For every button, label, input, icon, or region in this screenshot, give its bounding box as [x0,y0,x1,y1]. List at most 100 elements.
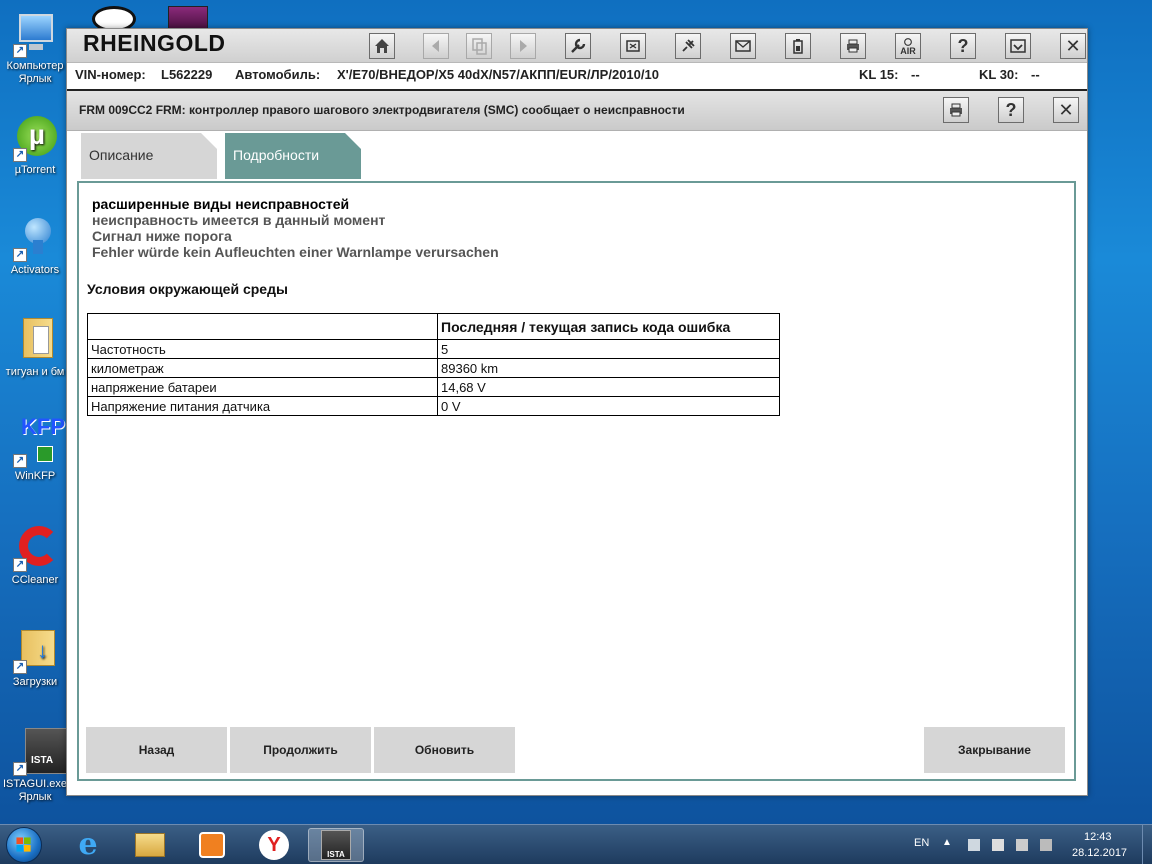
ecu-button[interactable] [620,33,646,59]
close-app-button[interactable]: ✕ [1060,33,1086,59]
desktop-icon-downloads[interactable]: ↓ ↗ Загрузки [0,626,70,689]
activators-icon: ↗ [11,214,59,262]
table-header-cell: Последняя / текущая запись кода ошибка [437,313,780,340]
yandex-icon: Y [259,830,289,860]
table-cell-name: Напряжение питания датчика [87,396,438,416]
table-row: напряжение батареи 14,68 V [87,377,780,397]
copy-button[interactable] [466,33,492,59]
tab-details-label: Подробности [233,147,320,163]
desktop-icon-label: Компьютер Ярлык [6,60,64,85]
desktop-icon-folder-tiguan[interactable]: тигуан и бм [0,316,70,379]
shortcut-arrow-icon: ↗ [13,44,27,58]
shortcut-arrow-icon: ↗ [13,248,27,262]
rheingold-window: RHEINGOLD AIR ? ✕ VIN-номер: L562229 Авт… [66,28,1088,796]
ecu-icon [626,40,640,52]
air-label: AIR [900,45,916,56]
table-row: километраж 89360 km [87,358,780,378]
fault-help-button[interactable]: ? [998,97,1024,123]
ccleaner-icon: ↗ [11,524,59,572]
fault-title-bar: FRM 009CC2 FRM: контроллер правого шагов… [67,89,1087,131]
ista-taskbar-label: ISTA [327,850,345,859]
dropdown-icon [1010,39,1026,53]
ista-icon: ISTA ↗ [11,728,73,776]
table-row: Напряжение питания датчика 0 V [87,396,780,416]
downloads-folder-icon: ↓ ↗ [11,626,59,674]
forward-nav-button[interactable] [510,33,536,59]
utorrent-icon: µ ↗ [11,114,59,162]
desktop-icon-label: тигуан и бм [5,366,65,378]
back-button[interactable]: Назад [86,727,227,773]
desktop-icon-activators[interactable]: ↗ Activators [0,214,70,277]
table-cell-name: километраж [87,358,438,378]
continue-button[interactable]: Продолжить [230,727,371,773]
network-icon[interactable] [968,839,980,851]
tab-description[interactable]: Описание [81,133,217,179]
desktop-icon-winkfp[interactable]: KFP ↗ WinKFP [0,416,70,483]
fault-title: FRM 009CC2 FRM: контроллер правого шагов… [79,103,685,117]
clock-time[interactable]: 12:43 [1084,831,1112,843]
vehicle-info-bar: VIN-номер: L562229 Автомобиль: X'/E70/ВН… [67,64,1087,86]
air-button[interactable]: AIR [895,33,921,59]
desktop-icon-computer[interactable]: ↗ Компьютер Ярлык [0,10,70,86]
arrow-left-icon [432,40,439,52]
ie-icon: e [78,827,98,862]
taskbar-yandex-button[interactable]: Y [246,828,302,862]
fault-close-button[interactable]: ✕ [1053,97,1079,123]
ista-taskbar-icon: ISTA [321,830,351,860]
car-label: Автомобиль: [235,67,321,82]
help-icon: ? [957,36,969,56]
folder-icon [135,833,165,857]
winkfp-icon: KFP ↗ [11,416,65,468]
start-button[interactable] [6,827,42,863]
fault-detail-line: неисправность имеется в данный момент [92,212,386,228]
service-button[interactable] [565,33,591,59]
tray-arrow-icon[interactable]: ▲ [942,837,952,848]
home-button[interactable] [369,33,395,59]
desktop-icon-label: CCleaner [11,574,59,586]
wrench-icon [571,38,586,53]
environment-table: Последняя / текущая запись кода ошибка Ч… [87,313,780,416]
close-button[interactable]: Закрывание [924,727,1065,773]
battery-button[interactable] [785,33,811,59]
table-cell-value: 0 V [437,396,780,416]
fault-detail-line: Сигнал ниже порога [92,228,232,244]
action-center-icon[interactable] [992,839,1004,851]
taskbar-ie-button[interactable]: e [60,828,116,862]
language-indicator[interactable]: EN [914,837,929,849]
menu-dropdown-button[interactable] [1005,33,1031,59]
fault-types-heading: расширенные виды неисправностей [92,196,350,212]
archive-icon [168,6,208,30]
refresh-button[interactable]: Обновить [374,727,515,773]
desktop-icon-label: WinKFP [14,470,56,482]
taskbar-media-button[interactable] [184,828,240,862]
table-row: Частотность 5 [87,339,780,359]
tab-details[interactable]: Подробности [225,133,361,179]
shortcut-arrow-icon: ↗ [13,454,27,468]
taskbar-explorer-button[interactable] [122,828,178,862]
windows-logo-icon [16,837,31,852]
app-title: RHEINGOLD [83,30,226,56]
mail-button[interactable] [730,33,756,59]
copy-icon [472,38,487,55]
connection-button[interactable] [675,33,701,59]
desktop-icon-istagui[interactable]: ISTA ↗ ISTAGUI.exe Ярлык [0,728,73,804]
media-player-icon [199,832,225,858]
shortcut-arrow-icon: ↗ [13,558,27,572]
kl15-value: -- [911,67,920,82]
table-cell-value: 14,68 V [437,377,780,397]
battery-icon [793,39,803,54]
fault-print-button[interactable] [943,97,969,123]
help-button[interactable]: ? [950,33,976,59]
printer-icon [847,39,859,53]
volume-icon[interactable] [1016,839,1028,851]
power-icon[interactable] [1040,839,1052,851]
desktop-icon-ccleaner[interactable]: ↗ CCleaner [0,524,70,587]
taskbar-ista-button[interactable]: ISTA [308,828,364,862]
clock-date[interactable]: 28.12.2017 [1072,847,1127,859]
back-nav-button[interactable] [423,33,449,59]
show-desktop-button[interactable] [1142,825,1152,864]
close-icon: ✕ [1065,36,1081,56]
print-button[interactable] [840,33,866,59]
desktop-icon-utorrent[interactable]: µ ↗ µTorrent [0,114,70,177]
plug-icon [682,39,695,52]
